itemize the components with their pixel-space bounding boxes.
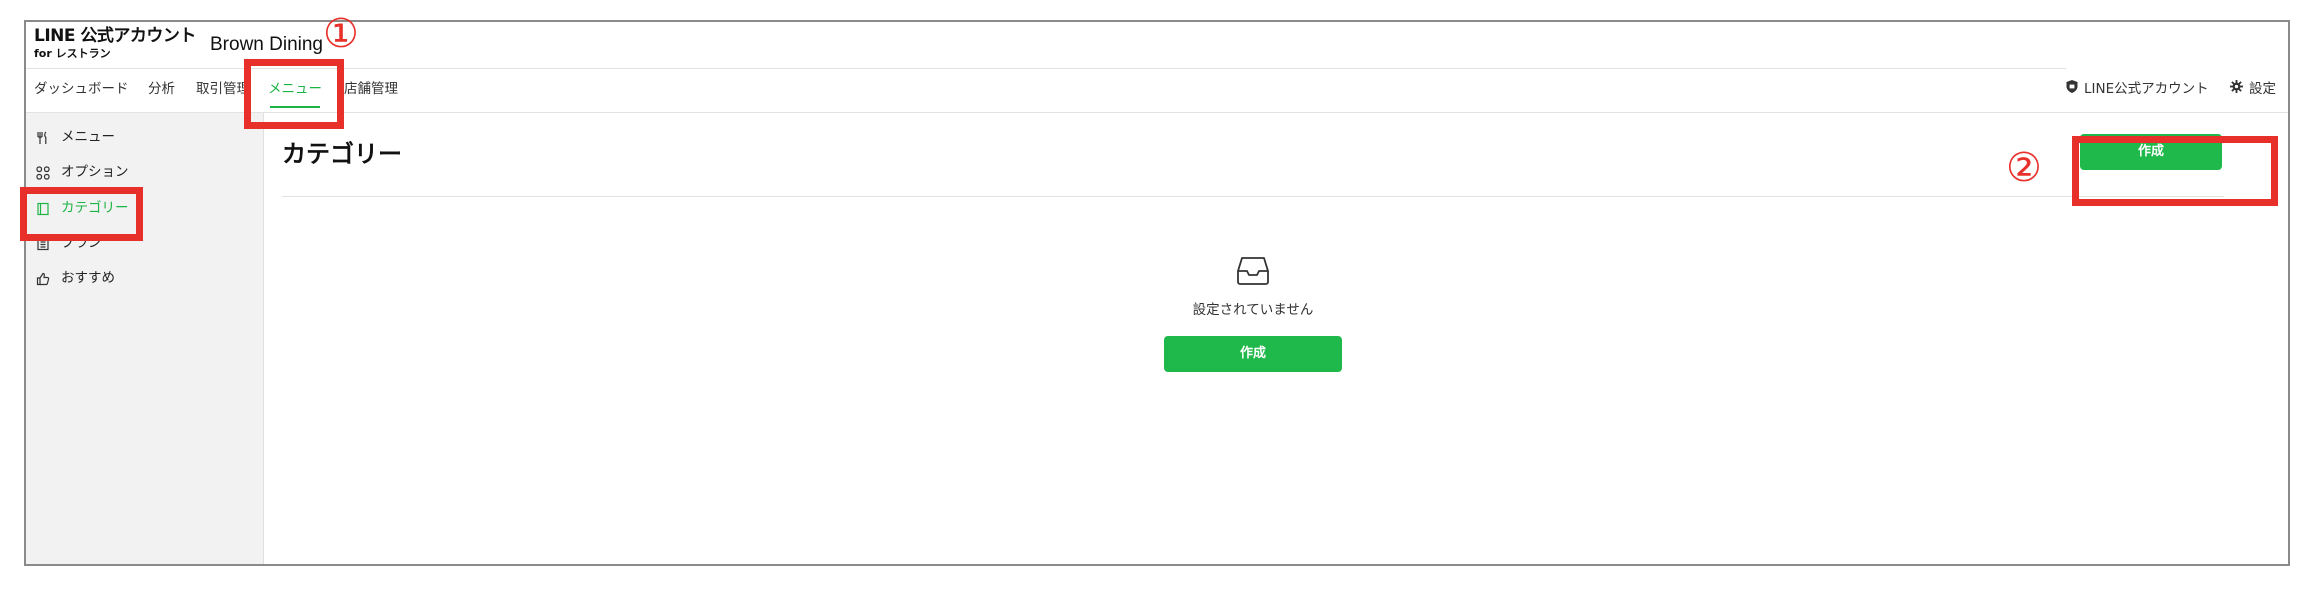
sidebar-item-label: オプション	[61, 164, 129, 180]
sidebar: メニュー オプション カテゴリー プラン おすすめ	[26, 113, 264, 564]
page-title: カテゴリー	[282, 140, 402, 168]
nav-divider	[26, 112, 2288, 113]
nav-tab-analytics[interactable]: 分析	[148, 76, 175, 116]
logo-subtitle: for レストラン	[34, 47, 111, 60]
annotation-step-2: ②	[2006, 145, 2042, 191]
shield-icon	[2066, 76, 2078, 102]
sidebar-item-label: おすすめ	[61, 270, 115, 286]
logo-title: LINE 公式アカウント	[34, 26, 196, 46]
nav-tab-transactions[interactable]: 取引管理	[196, 76, 250, 116]
nav-tab-label: ダッシュボード	[34, 81, 129, 97]
title-divider	[282, 196, 2224, 197]
line-account-label: LINE公式アカウント	[2084, 81, 2209, 97]
settings-link[interactable]: 設定	[2230, 76, 2276, 116]
nav-tab-label: 取引管理	[196, 81, 250, 97]
line-account-link[interactable]: LINE公式アカウント	[2066, 76, 2209, 116]
create-button[interactable]: 作成	[1164, 336, 1342, 372]
gear-icon	[2230, 76, 2243, 102]
nav-tab-label: 分析	[148, 81, 175, 97]
top-nav: ダッシュボード 分析 取引管理 メニュー 店舗管理 LINE公式アカウント 設定	[26, 76, 2288, 116]
annotation-step-1: ①	[323, 11, 359, 57]
empty-state-message: 設定されていません	[1192, 302, 1314, 318]
sidebar-item-options[interactable]: オプション	[36, 160, 129, 184]
sidebar-item-recommend[interactable]: おすすめ	[36, 266, 115, 290]
store-name: Brown Dining	[210, 34, 323, 55]
nav-tab-dashboard[interactable]: ダッシュボード	[34, 76, 129, 116]
annotation-box-category	[20, 187, 143, 241]
nav-tab-store-management[interactable]: 店舗管理	[344, 76, 398, 116]
inbox-icon	[1236, 256, 1270, 290]
app-window: LINE 公式アカウント for レストラン Brown Dining ダッシュ…	[24, 20, 2290, 566]
sidebar-item-label: メニュー	[61, 129, 115, 145]
sidebar-item-menu[interactable]: メニュー	[36, 125, 115, 149]
annotation-box-create-button	[2072, 136, 2278, 206]
fork-knife-icon	[36, 129, 50, 144]
settings-label: 設定	[2249, 81, 2276, 97]
nav-tab-label: 店舗管理	[344, 81, 398, 97]
thumbs-up-icon	[36, 270, 50, 286]
brand-logo[interactable]: LINE 公式アカウント for レストラン	[34, 26, 196, 60]
options-icon	[36, 164, 50, 180]
annotation-box-menu-tab	[244, 59, 344, 129]
